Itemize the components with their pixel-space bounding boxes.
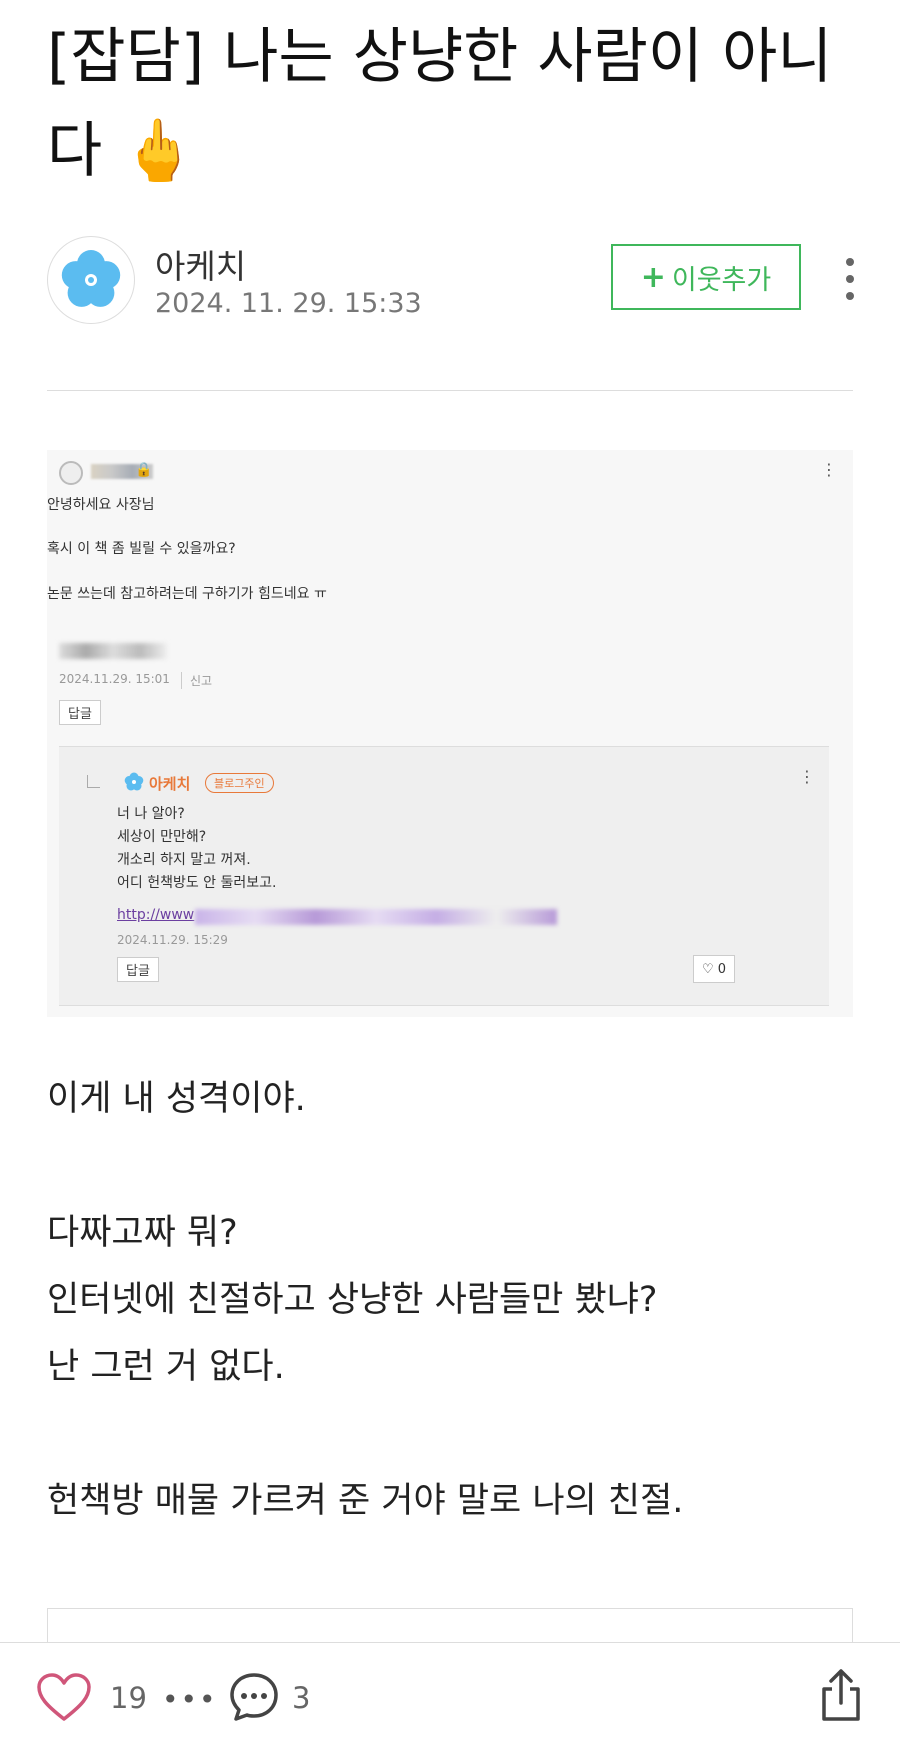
report-link: 신고	[181, 672, 212, 689]
reply-more-icon: ⋮	[799, 767, 815, 786]
author-avatar[interactable]	[47, 236, 135, 324]
reply-button: 답글	[59, 700, 101, 725]
follow-button[interactable]: + 이웃추가	[611, 244, 801, 310]
comment-line: 혹시 이 책 좀 빌릴 수 있을까요?	[47, 541, 236, 557]
like-count[interactable]: 19	[110, 1681, 147, 1715]
commenter-avatar-icon	[59, 461, 83, 485]
flower-icon	[124, 772, 144, 791]
flower-icon	[61, 250, 121, 307]
plus-icon: +	[640, 259, 666, 295]
follow-label: 이웃추가	[671, 264, 772, 296]
reply-author: 아케치	[149, 775, 191, 793]
post-title: [잡담] 나는 상냥한 사람이 아니다 🖕	[47, 22, 833, 186]
author-name[interactable]: 아케치	[155, 240, 246, 288]
reply-button: 답글	[117, 957, 159, 982]
divider	[47, 390, 853, 391]
body-paragraph: 다짜고짜 뭐?	[47, 1213, 238, 1253]
body-paragraph: 인터넷에 친절하고 상냥한 사람들만 봤냐?	[47, 1280, 658, 1320]
bottom-action-bar: 19 ••• 3	[0, 1642, 900, 1743]
post-date: 2024. 11. 29. 15:33	[155, 288, 422, 319]
comment-more-icon: ⋮	[821, 460, 837, 479]
blurred-signature	[59, 643, 167, 659]
body-paragraph: 이게 내 성격이야.	[47, 1079, 306, 1119]
blurred-url	[195, 909, 557, 925]
reply-line: 어디 헌책방도 안 둘러보고.	[117, 875, 277, 891]
reply-date: 2024.11.29. 15:29	[117, 933, 228, 947]
reply-line: 세상이 만만해?	[117, 829, 207, 845]
comment-line: 논문 쓰는데 참고하려는데 구하기가 힘드네요 ㅠ	[47, 586, 327, 602]
comment-line: 안녕하세요 사장님	[47, 497, 155, 513]
comment-icon[interactable]	[228, 1671, 280, 1723]
reply-like-button: ♡ 0	[693, 955, 735, 983]
heart-icon: ♡	[702, 961, 714, 977]
body-paragraph: 난 그런 거 없다.	[47, 1347, 285, 1387]
reply-line: 너 나 알아?	[117, 806, 185, 822]
author-header: 아케치 2024. 11. 29. 15:33 + 이웃추가	[47, 236, 857, 326]
heart-icon[interactable]	[36, 1673, 92, 1723]
reply-like-count: 0	[717, 961, 726, 977]
share-icon[interactable]	[818, 1667, 864, 1723]
reply-indent-icon	[87, 775, 100, 788]
more-dots-icon[interactable]: •••	[162, 1683, 218, 1716]
body-paragraph: 헌책방 매물 가르켜 준 거야 말로 나의 친절.	[47, 1481, 684, 1521]
reply-link: http://www	[117, 907, 195, 923]
more-options-icon[interactable]	[840, 258, 860, 300]
comment-screenshot-image: 🔒 ⋮ 안녕하세요 사장님 혹시 이 책 좀 빌릴 수 있을까요? 논문 쓰는데…	[47, 450, 853, 1017]
owner-reply: 아케치 블로그주인 ⋮ 너 나 알아? 세상이 만만해? 개소리 하지 말고 꺼…	[59, 746, 829, 1006]
owner-badge: 블로그주인	[205, 773, 274, 793]
reply-line: 개소리 하지 말고 꺼져.	[117, 852, 251, 868]
comment-count[interactable]: 3	[292, 1681, 310, 1715]
comment-date: 2024.11.29. 15:01	[59, 672, 170, 686]
lock-icon: 🔒	[135, 462, 153, 478]
